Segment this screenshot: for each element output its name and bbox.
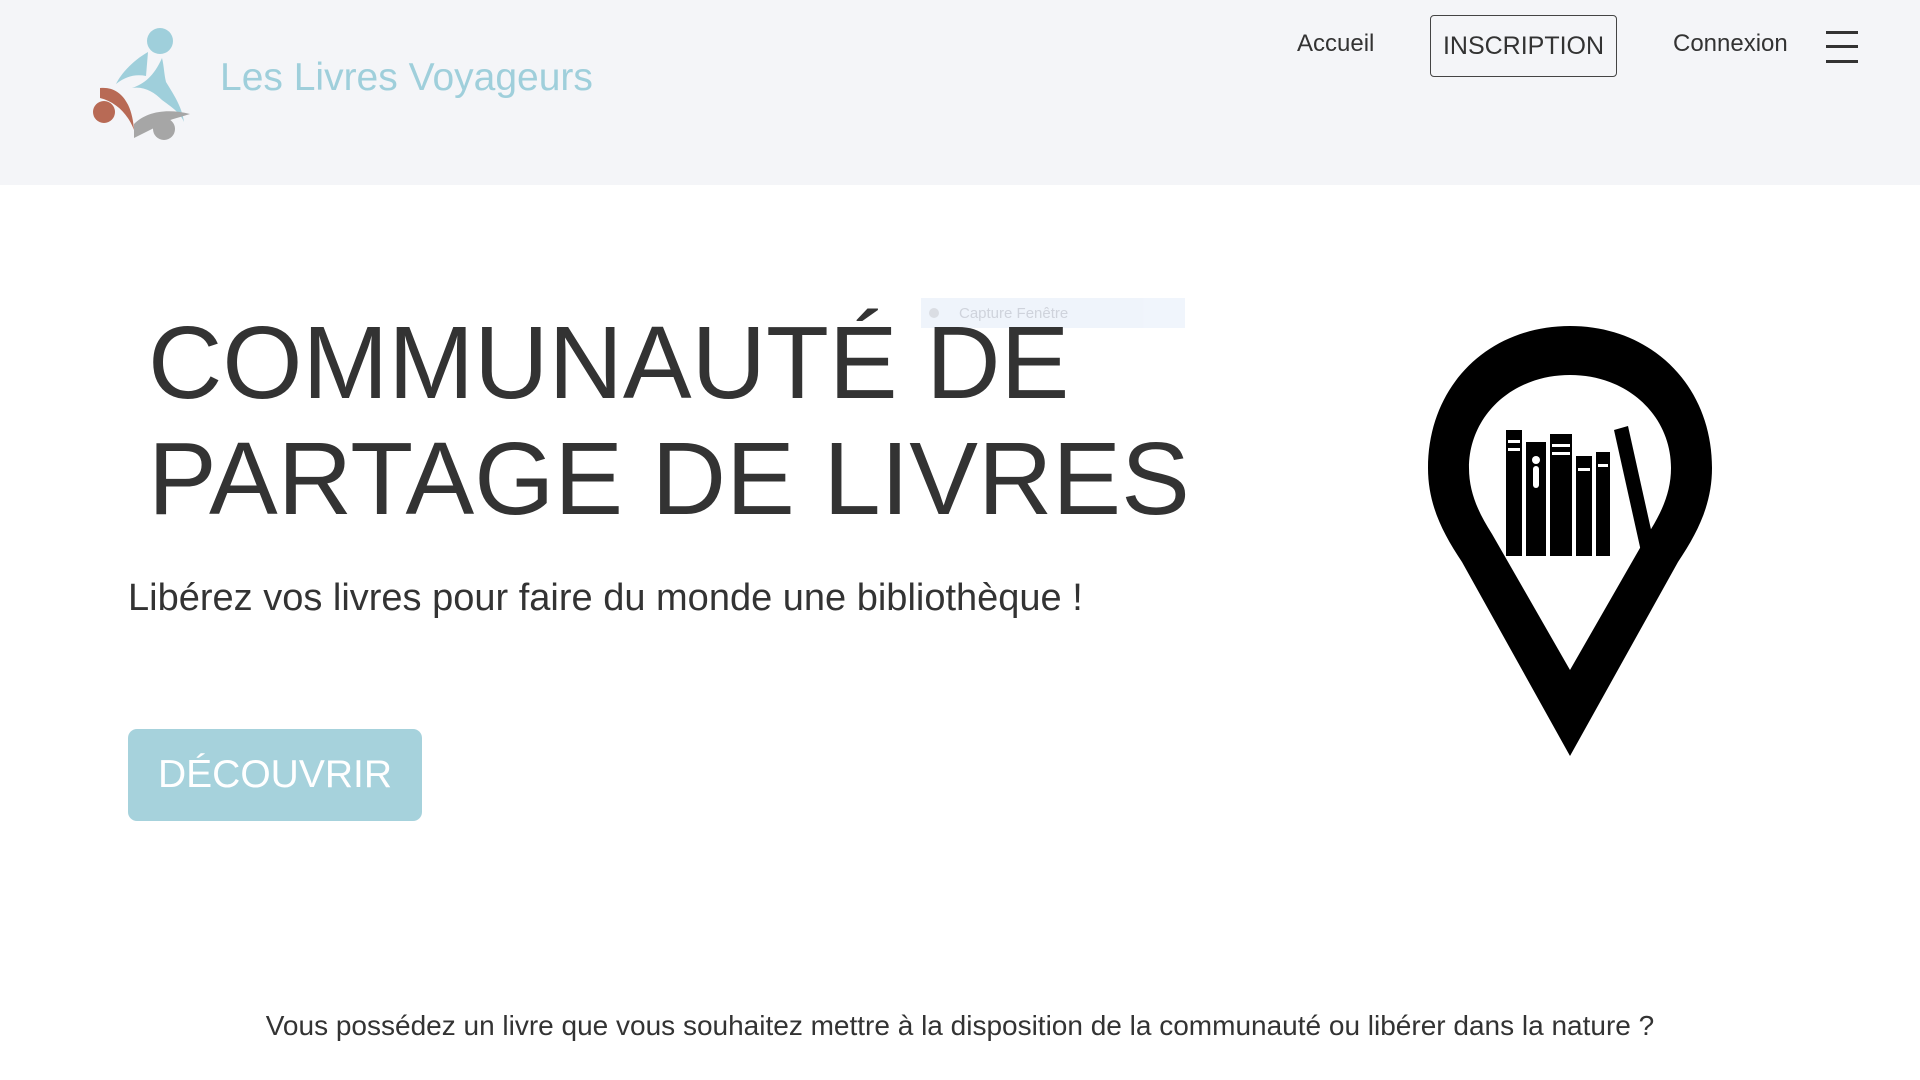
hero-title-line-1: COMMUNAUTÉ DE	[148, 305, 1070, 420]
logo-link[interactable]: Les Livres Voyageurs	[92, 26, 612, 146]
site-name: Les Livres Voyageurs	[220, 56, 593, 99]
hamburger-menu-icon[interactable]	[1826, 29, 1858, 65]
hero-subtitle: Libérez vos livres pour faire du monde u…	[128, 577, 1083, 619]
register-button[interactable]: INSCRIPTION	[1430, 15, 1617, 77]
hero-title-line-2: PARTAGE DE LIVRES	[148, 421, 1190, 536]
site-header: Les Livres Voyageurs Accueil INSCRIPTION…	[0, 0, 1920, 185]
intro-text: Vous possédez un livre que vous souhaite…	[265, 1010, 1655, 1041]
nav-home-link[interactable]: Accueil	[1297, 30, 1374, 58]
hero-title: COMMUNAUTÉ DE PARTAGE DE LIVRES	[148, 305, 1190, 537]
logo-icon	[93, 28, 190, 140]
map-pin-books-icon	[1428, 326, 1712, 756]
nav-login-link[interactable]: Connexion	[1673, 30, 1788, 58]
discover-button[interactable]: DÉCOUVRIR	[128, 729, 422, 821]
